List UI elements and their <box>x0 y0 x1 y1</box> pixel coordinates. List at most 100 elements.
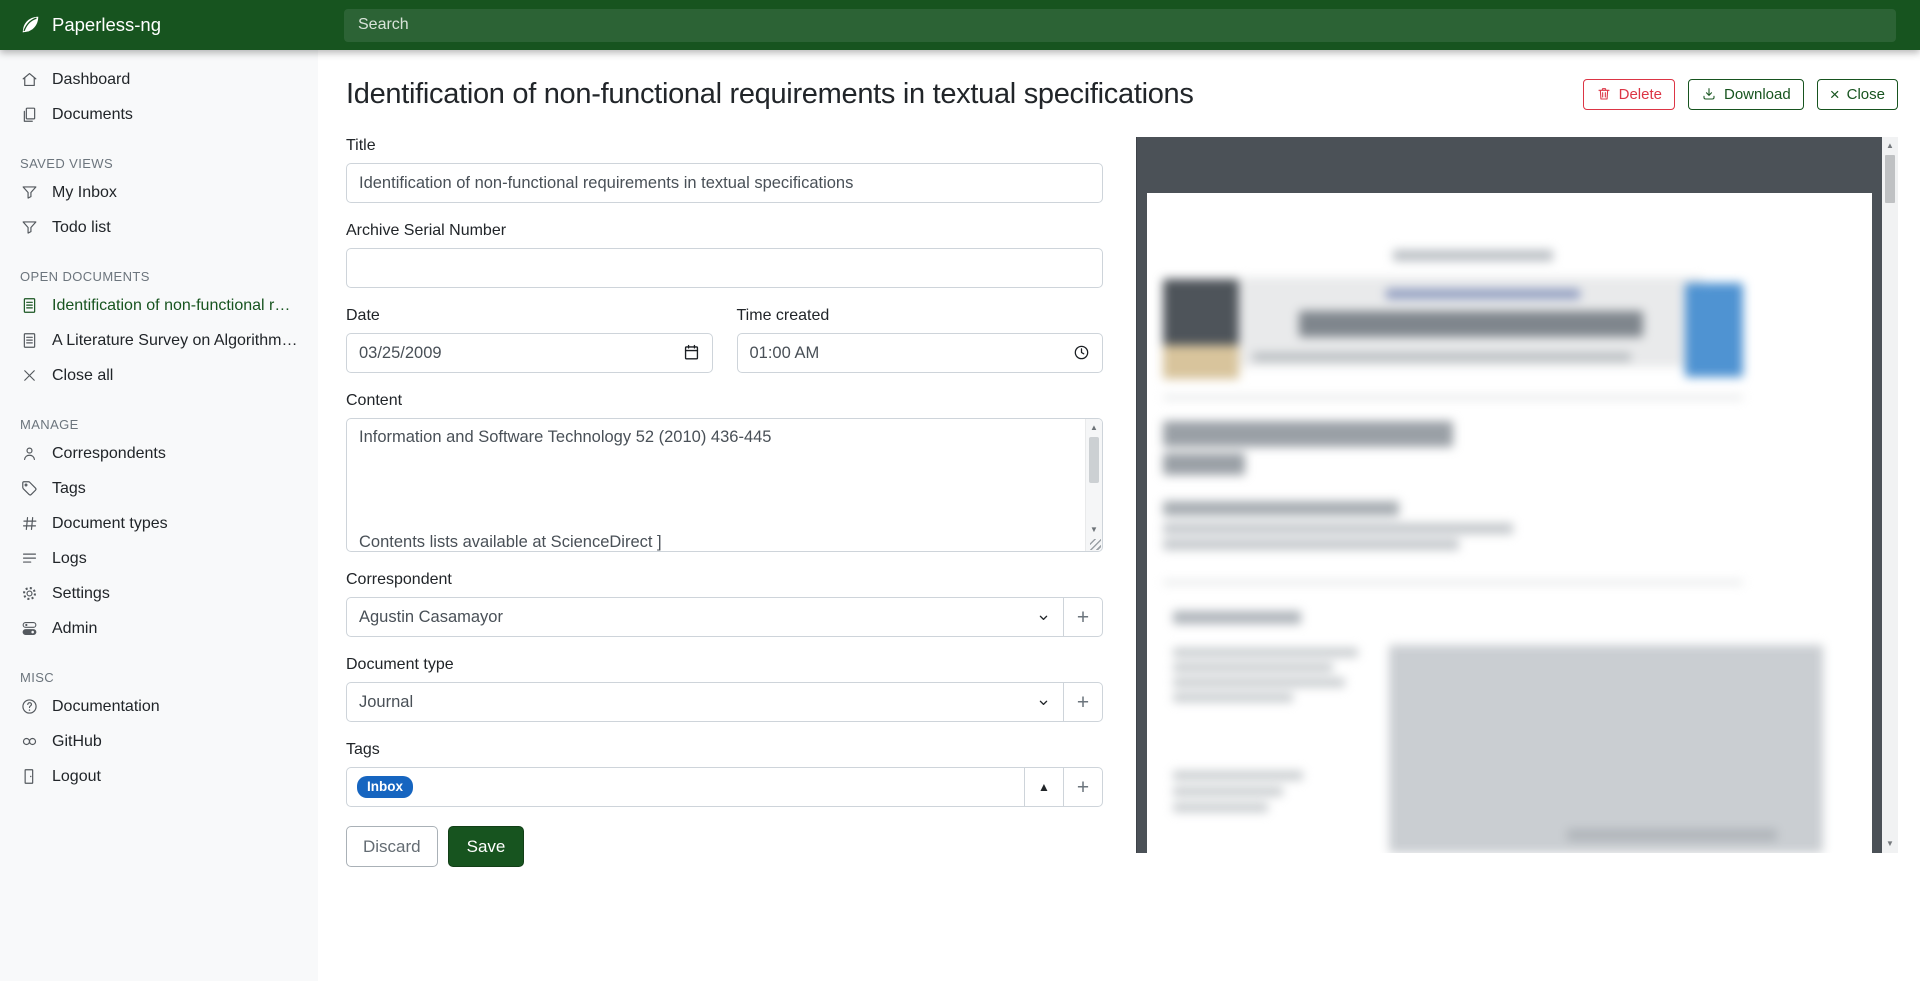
section-open-documents: OPEN DOCUMENTS <box>0 269 318 284</box>
scroll-down-icon[interactable]: ▼ <box>1086 523 1102 537</box>
pdf-blur-block <box>1163 421 1453 447</box>
pdf-blur-block <box>1163 539 1459 550</box>
asn-input[interactable] <box>346 248 1103 288</box>
delete-button[interactable]: Delete <box>1583 79 1675 110</box>
file-text-icon <box>20 331 39 350</box>
document-type-select[interactable]: Journal <box>346 682 1064 722</box>
content-label: Content <box>346 392 1103 410</box>
date-label: Date <box>346 307 713 325</box>
pdf-blur-block <box>1173 803 1268 812</box>
tag-chip[interactable]: Inbox <box>357 776 413 798</box>
documents-icon <box>20 105 39 124</box>
plus-icon: + <box>1077 692 1089 713</box>
section-manage: MANAGE <box>0 417 318 432</box>
pdf-blur-block <box>1163 453 1245 475</box>
tags-input[interactable]: Inbox <box>346 767 1025 807</box>
chevron-down-icon <box>1036 610 1051 625</box>
pdf-blur-block <box>1173 663 1333 672</box>
preview-scrollbar[interactable]: ▲ ▼ <box>1882 137 1898 853</box>
clock-icon[interactable] <box>1072 343 1091 362</box>
sidebar-item-tags[interactable]: Tags <box>0 471 318 506</box>
sidebar-item-close-all[interactable]: Close all <box>0 358 318 393</box>
hash-icon <box>20 514 39 533</box>
title-label: Title <box>346 137 1103 155</box>
pdf-blur-block <box>1163 345 1239 379</box>
document-type-label: Document type <box>346 656 1103 674</box>
sidebar-item-document-types[interactable]: Document types <box>0 506 318 541</box>
calendar-icon[interactable] <box>682 343 701 362</box>
download-icon <box>1701 86 1717 102</box>
plus-icon: + <box>1077 777 1089 798</box>
sidebar-open-doc-2[interactable]: A Literature Survey on Algorithms for Mu… <box>0 323 318 358</box>
link-icon <box>20 732 39 751</box>
sidebar-item-github[interactable]: GitHub <box>0 724 318 759</box>
pdf-blur-block <box>1393 250 1553 261</box>
pdf-blur-block <box>1253 353 1631 361</box>
correspondent-select[interactable]: Agustin Casamayor <box>346 597 1064 637</box>
scroll-up-icon[interactable]: ▲ <box>1086 421 1102 435</box>
scrollbar-thumb[interactable] <box>1885 155 1895 203</box>
home-icon <box>20 70 39 89</box>
pdf-page-art <box>1147 193 1872 853</box>
close-button[interactable]: × Close <box>1817 79 1898 110</box>
pdf-blur-block <box>1163 523 1513 534</box>
caret-up-icon: ▲ <box>1038 781 1050 793</box>
sidebar: Dashboard Documents SAVED VIEWS My Inbox… <box>0 50 318 981</box>
add-correspondent-button[interactable]: + <box>1063 597 1103 637</box>
brand-label: Paperless-ng <box>52 14 161 36</box>
pdf-blur-block <box>1173 787 1283 796</box>
content-textarea[interactable]: Information and Software Technology 52 (… <box>346 418 1103 552</box>
top-navbar: Paperless-ng <box>0 0 1920 50</box>
filter-icon <box>20 218 39 237</box>
tag-icon <box>20 479 39 498</box>
sidebar-item-admin[interactable]: Admin <box>0 611 318 646</box>
search-input[interactable] <box>344 9 1896 42</box>
save-button[interactable]: Save <box>448 826 525 867</box>
sidebar-item-correspondents[interactable]: Correspondents <box>0 436 318 471</box>
sidebar-item-todo-list[interactable]: Todo list <box>0 210 318 245</box>
list-icon <box>20 549 39 568</box>
search-bar <box>318 0 1920 50</box>
close-icon: × <box>1830 86 1840 103</box>
content-scrollbar[interactable]: ▲ ▼ <box>1085 419 1102 551</box>
time-created-label: Time created <box>737 307 1104 325</box>
pdf-blur-block <box>1173 693 1293 702</box>
document-edit-form: Title Archive Serial Number Date <box>346 137 1103 887</box>
section-misc: MISC <box>0 670 318 685</box>
time-input[interactable] <box>737 333 1104 373</box>
download-button[interactable]: Download <box>1688 79 1804 110</box>
resize-grip[interactable] <box>1090 539 1101 550</box>
discard-button[interactable]: Discard <box>346 826 438 867</box>
title-input[interactable] <box>346 163 1103 203</box>
sidebar-item-settings[interactable]: Settings <box>0 576 318 611</box>
pdf-page <box>1147 193 1872 853</box>
question-circle-icon <box>20 697 39 716</box>
add-document-type-button[interactable]: + <box>1063 682 1103 722</box>
sidebar-item-dashboard[interactable]: Dashboard <box>0 62 318 97</box>
scroll-down-icon[interactable]: ▼ <box>1882 837 1898 851</box>
pdf-blur-block <box>1163 581 1743 584</box>
pdf-blur-block <box>1389 645 1823 853</box>
section-saved-views: SAVED VIEWS <box>0 156 318 171</box>
scrollbar-thumb[interactable] <box>1089 437 1099 483</box>
sidebar-item-documentation[interactable]: Documentation <box>0 689 318 724</box>
sidebar-item-documents[interactable]: Documents <box>0 97 318 132</box>
brand-link[interactable]: Paperless-ng <box>0 0 318 50</box>
sidebar-item-logout[interactable]: Logout <box>0 759 318 794</box>
tags-collapse-button[interactable]: ▲ <box>1024 767 1064 807</box>
gear-icon <box>20 584 39 603</box>
door-icon <box>20 767 39 786</box>
sidebar-item-logs[interactable]: Logs <box>0 541 318 576</box>
add-tag-button[interactable]: + <box>1063 767 1103 807</box>
tags-label: Tags <box>346 741 1103 759</box>
pdf-blur-block <box>1173 771 1303 780</box>
pdf-blur-block <box>1386 289 1580 299</box>
feather-logo-icon <box>19 14 41 36</box>
date-input[interactable] <box>346 333 713 373</box>
correspondent-label: Correspondent <box>346 571 1103 589</box>
sidebar-open-doc-1[interactable]: Identification of non-functional require… <box>0 288 318 323</box>
sidebar-item-my-inbox[interactable]: My Inbox <box>0 175 318 210</box>
person-icon <box>20 444 39 463</box>
pdf-blur-block <box>1163 396 1743 399</box>
scroll-up-icon[interactable]: ▲ <box>1882 139 1898 153</box>
